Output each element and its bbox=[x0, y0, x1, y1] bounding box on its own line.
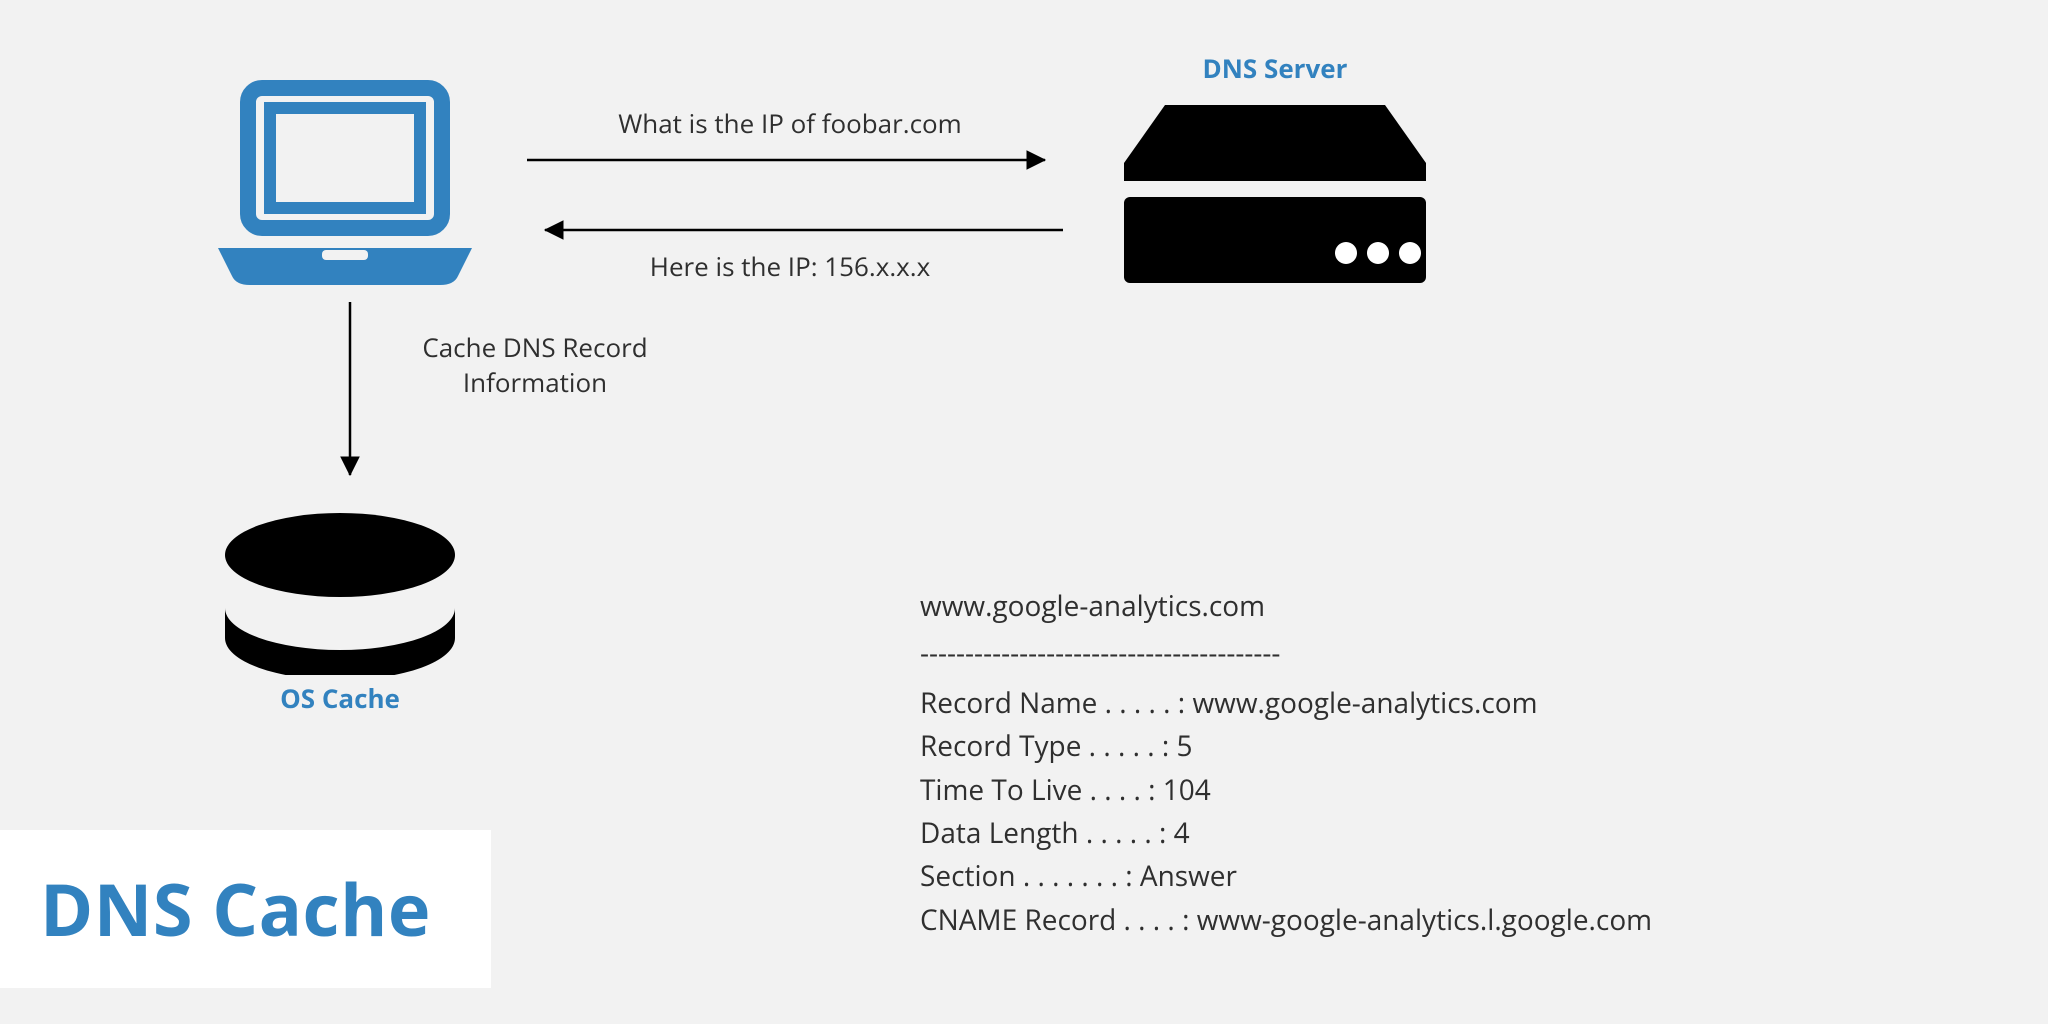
record-ttl-label: Time To Live . . . . : bbox=[920, 771, 1155, 809]
cache-text-line1: Cache DNS Record bbox=[422, 329, 647, 365]
record-ttl-value: 104 bbox=[1163, 771, 1211, 809]
record-section-label: Section . . . . . . . : bbox=[920, 857, 1133, 895]
record-length-label: Data Length . . . . . : bbox=[920, 814, 1166, 852]
record-type-value: 5 bbox=[1176, 727, 1192, 765]
disk-icon bbox=[215, 510, 465, 680]
cache-arrow-icon bbox=[335, 300, 365, 495]
laptop-icon bbox=[210, 80, 480, 285]
server-icon bbox=[1110, 95, 1440, 300]
request-text: What is the IP of foobar.com bbox=[525, 105, 1055, 141]
dns-server-label: DNS Server bbox=[1110, 50, 1440, 86]
record-separator: ---------------------------------------- bbox=[920, 632, 1652, 675]
dns-record-detail: www.google-analytics.com ---------------… bbox=[920, 585, 1652, 942]
record-type-label: Record Type . . . . . : bbox=[920, 727, 1169, 765]
record-length-value: 4 bbox=[1174, 814, 1190, 852]
record-name-label: Record Name . . . . . : bbox=[920, 684, 1185, 722]
response-text: Here is the IP: 156.x.x.x bbox=[525, 248, 1055, 284]
request-arrow-icon bbox=[525, 145, 1065, 175]
record-name-value: www.google-analytics.com bbox=[1192, 684, 1537, 722]
record-cname-label: CNAME Record . . . . : bbox=[920, 901, 1189, 939]
diagram-title-box: DNS Cache bbox=[0, 830, 491, 988]
response-arrow-icon bbox=[525, 215, 1065, 245]
record-cname-value: www-google-analytics.l.google.com bbox=[1197, 901, 1652, 939]
cache-text-line2: Information bbox=[463, 364, 607, 400]
diagram-title: DNS Cache bbox=[40, 860, 431, 958]
os-cache-label: OS Cache bbox=[215, 680, 465, 716]
record-section-value: Answer bbox=[1140, 857, 1237, 895]
record-host: www.google-analytics.com bbox=[920, 585, 1652, 628]
cache-text: Cache DNS Record Information bbox=[370, 330, 700, 400]
